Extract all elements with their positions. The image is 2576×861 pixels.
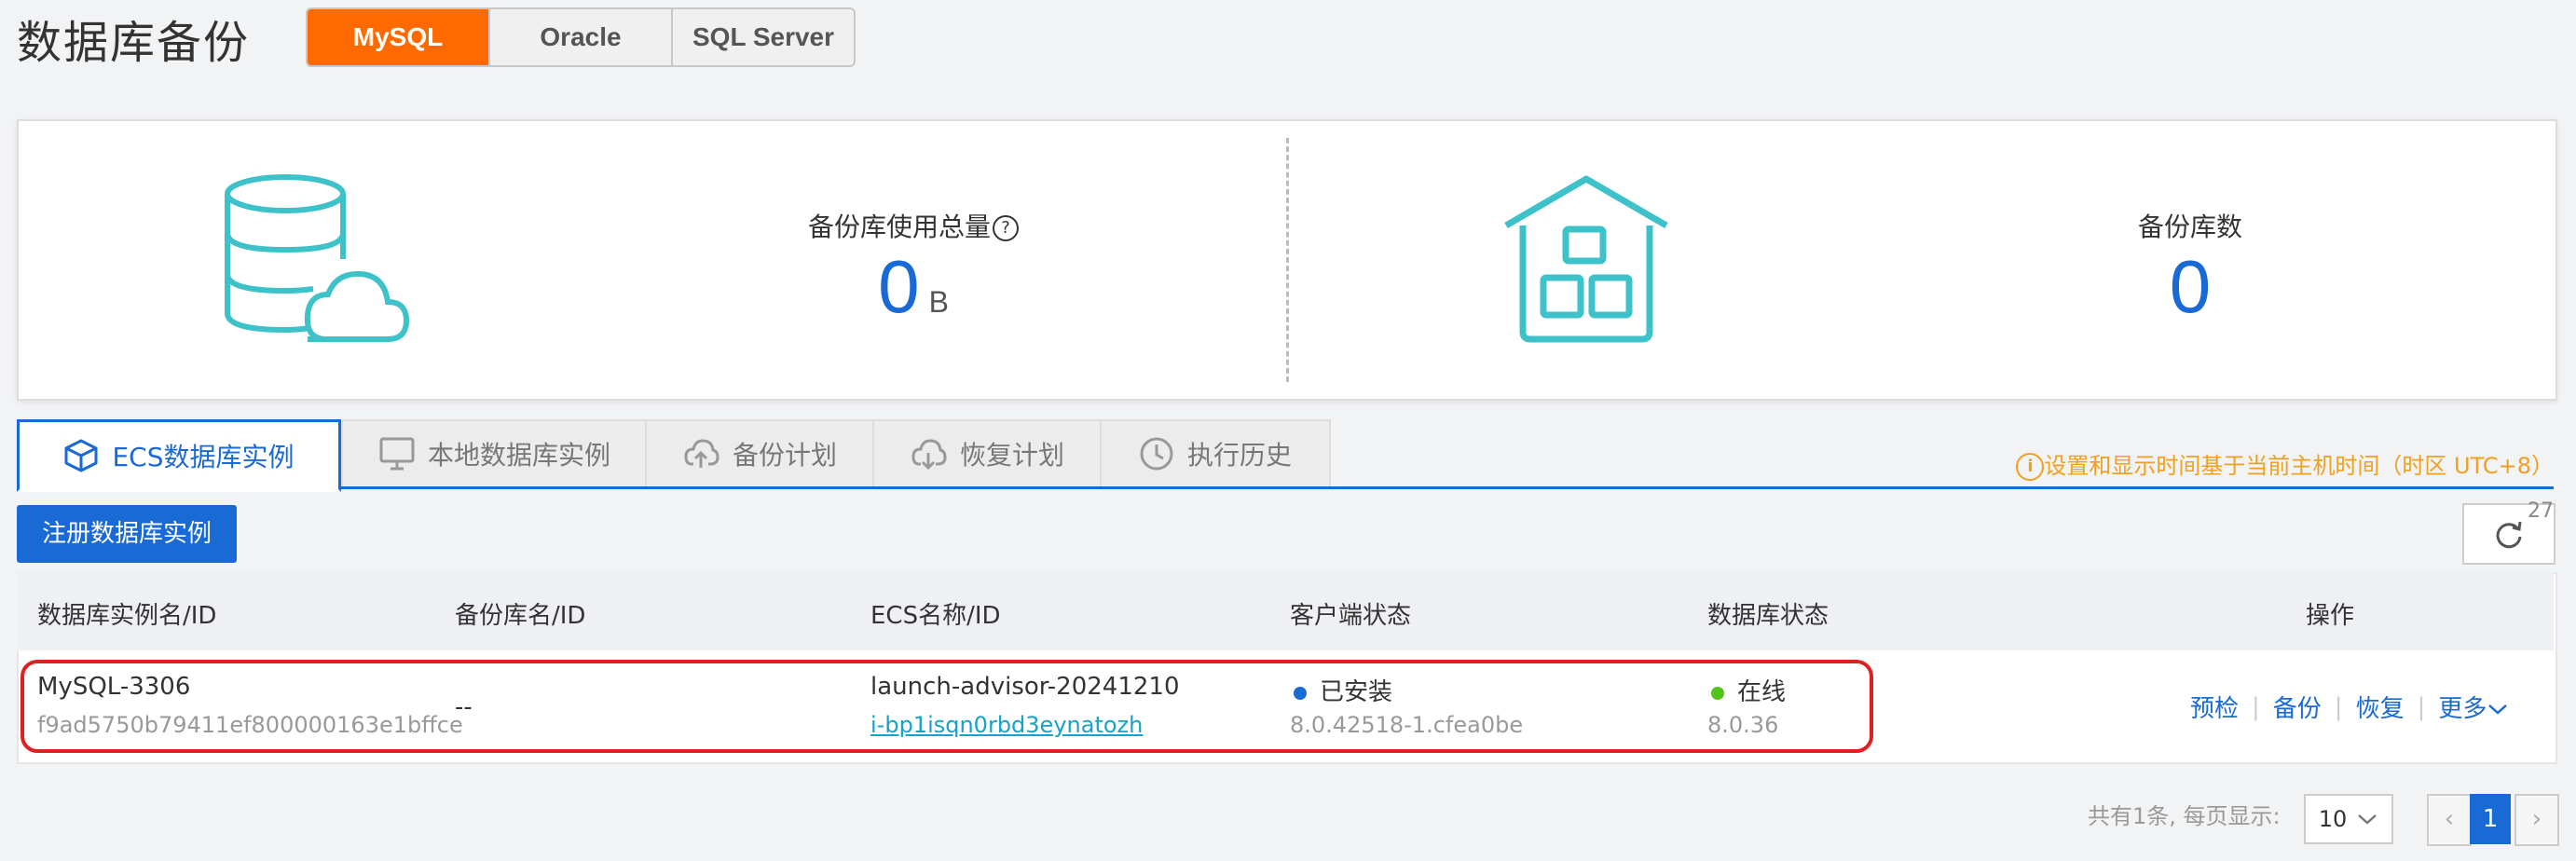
- tab-local-instances[interactable]: 本地数据库实例: [341, 419, 649, 486]
- usage-value: 0: [878, 245, 920, 328]
- usage-label-wrap: 备份库使用总量?: [783, 207, 1044, 244]
- count-value: 0: [2169, 245, 2212, 328]
- clock-icon: [1140, 437, 1173, 471]
- monitor-icon: [379, 437, 415, 471]
- tab-label: 本地数据库实例: [427, 440, 610, 471]
- tab-execution-history[interactable]: 执行历史: [1100, 419, 1331, 486]
- db-type-mysql[interactable]: MySQL: [308, 9, 490, 65]
- help-icon[interactable]: ?: [993, 215, 1019, 241]
- count-label: 备份库数: [2137, 212, 2242, 242]
- restore-link[interactable]: 恢复: [2356, 690, 2405, 724]
- header-backup-db: 备份库名/ID: [455, 602, 586, 630]
- stats-divider: [1286, 138, 1289, 382]
- table-header: [17, 572, 2554, 650]
- header-db-status: 数据库状态: [1707, 602, 1829, 630]
- chevron-down-icon: [2488, 704, 2508, 715]
- chevron-down-icon: [2358, 814, 2377, 825]
- usage-value-wrap: 0B: [839, 244, 988, 330]
- tab-backup-plan[interactable]: 备份计划: [645, 419, 876, 486]
- more-label: 更多: [2438, 695, 2487, 723]
- header-ecs: ECS名称/ID: [870, 602, 1001, 630]
- timezone-text: 设置和显示时间基于当前主机时间（时区 UTC+8）: [2044, 453, 2554, 479]
- timezone-note: i 设置和显示时间基于当前主机时间（时区 UTC+8）: [2016, 447, 2554, 481]
- tab-ecs-instances[interactable]: ECS数据库实例: [17, 419, 341, 492]
- info-icon: i: [2016, 453, 2045, 481]
- header-instance: 数据库实例名/ID: [37, 602, 217, 630]
- highlight-annotation: [21, 660, 1873, 753]
- db-type-switcher: MySQL Oracle SQL Server: [306, 7, 856, 67]
- tab-label: 执行历史: [1186, 440, 1292, 471]
- tab-label: 备份计划: [732, 440, 837, 471]
- page-size-select[interactable]: 10: [2304, 794, 2393, 844]
- database-cloud-icon: [225, 174, 410, 342]
- header-actions: 操作: [2306, 602, 2355, 630]
- page-size-value: 10: [2318, 806, 2348, 832]
- action-separator: |: [2252, 692, 2260, 721]
- register-instance-button[interactable]: 注册数据库实例: [17, 505, 237, 563]
- action-separator: |: [2334, 692, 2343, 721]
- cloud-download-icon: [911, 439, 947, 470]
- db-type-oracle[interactable]: Oracle: [490, 9, 673, 65]
- tab-label: ECS数据库实例: [112, 442, 295, 472]
- cube-icon: [64, 439, 98, 472]
- backup-link[interactable]: 备份: [2273, 690, 2322, 724]
- house-icon: [1504, 175, 1668, 343]
- precheck-link[interactable]: 预检: [2190, 690, 2239, 724]
- db-type-sqlserver[interactable]: SQL Server: [673, 9, 854, 65]
- cloud-upload-icon: [684, 439, 719, 468]
- prev-page-button[interactable]: ‹: [2427, 794, 2472, 846]
- usage-unit: B: [928, 285, 949, 319]
- pagination-summary: 共有1条, 每页显示:: [2088, 803, 2281, 829]
- action-separator: |: [2417, 692, 2426, 721]
- current-page[interactable]: 1: [2470, 794, 2511, 844]
- next-page-button[interactable]: ›: [2514, 794, 2559, 846]
- more-dropdown[interactable]: 更多: [2438, 690, 2509, 724]
- tab-label: 恢复计划: [959, 440, 1064, 471]
- tab-restore-plan[interactable]: 恢复计划: [872, 419, 1103, 486]
- refresh-countdown: 27: [2528, 499, 2554, 523]
- usage-label: 备份库使用总量: [807, 212, 991, 242]
- row-actions: 预检 | 备份 | 恢复 | 更多: [2190, 690, 2509, 724]
- page-title: 数据库备份: [17, 17, 251, 69]
- header-client-status: 客户端状态: [1290, 602, 1412, 630]
